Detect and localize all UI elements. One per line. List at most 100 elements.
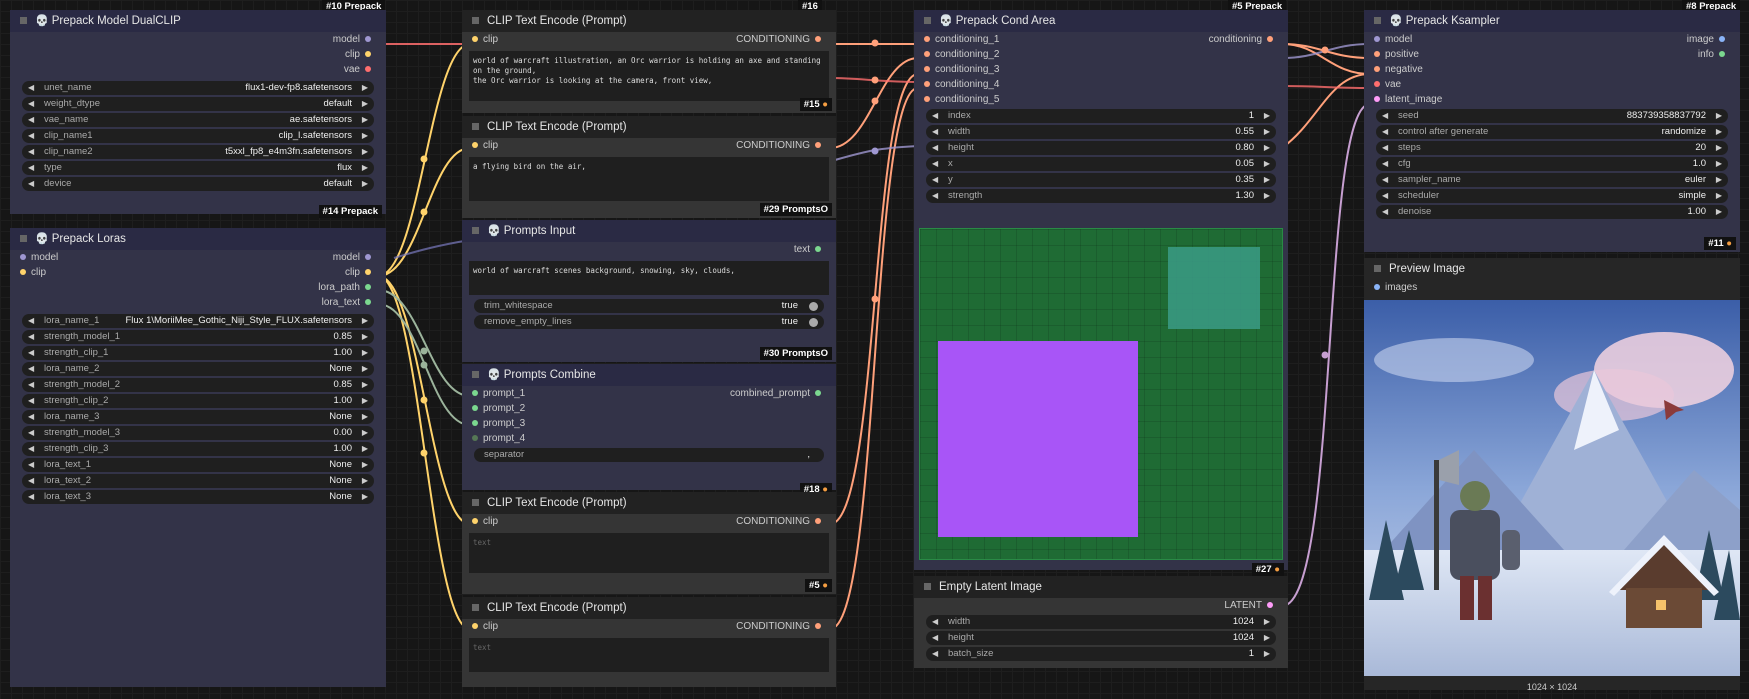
slot-row-latent-image[interactable]: latent_image xyxy=(1364,92,1740,107)
slot-dot-icon[interactable] xyxy=(924,66,930,73)
arrow-left-icon[interactable]: ◀ xyxy=(28,346,34,360)
slot-dot-icon[interactable] xyxy=(365,299,371,306)
arrow-left-icon[interactable]: ◀ xyxy=(1382,109,1388,123)
slot-dot-icon[interactable] xyxy=(365,51,371,58)
slot-row-model[interactable]: model model xyxy=(10,250,386,265)
widget-x[interactable]: ◀ x 0.05 ▶ xyxy=(926,157,1276,171)
arrow-left-icon[interactable]: ◀ xyxy=(28,145,34,159)
widget-type[interactable]: ◀ type flux ▶ xyxy=(22,161,374,175)
node-title-bar[interactable]: CLIP Text Encode (Prompt) xyxy=(462,10,836,32)
slot-row-model-image[interactable]: model image xyxy=(1364,32,1740,47)
arrow-right-icon[interactable]: ▶ xyxy=(1264,189,1270,203)
arrow-left-icon[interactable]: ◀ xyxy=(1382,205,1388,219)
arrow-right-icon[interactable]: ▶ xyxy=(362,129,368,143)
slot-row-prompt-1[interactable]: prompt_1 combined_prompt xyxy=(462,386,836,401)
slot-dot-icon[interactable] xyxy=(815,246,821,253)
arrow-left-icon[interactable]: ◀ xyxy=(932,125,938,139)
collapse-icon[interactable] xyxy=(20,17,27,25)
arrow-left-icon[interactable]: ◀ xyxy=(28,129,34,143)
output-slot-lora-path[interactable]: lora_path xyxy=(10,280,386,295)
slot-dot-icon[interactable] xyxy=(815,142,821,149)
arrow-right-icon[interactable]: ▶ xyxy=(362,314,368,328)
widget-strength-model-1[interactable]: ◀ strength_model_1 0.85 ▶ xyxy=(22,330,374,344)
node-title-bar[interactable]: Preview Image xyxy=(1364,258,1740,280)
collapse-icon[interactable] xyxy=(1374,17,1381,25)
arrow-right-icon[interactable]: ▶ xyxy=(362,490,368,504)
arrow-right-icon[interactable]: ▶ xyxy=(362,177,368,191)
widget-lora-text-3[interactable]: ◀ lora_text_3 None ▶ xyxy=(22,490,374,504)
arrow-right-icon[interactable]: ▶ xyxy=(362,97,368,111)
prompt-textarea[interactable]: world of warcraft scenes background, sno… xyxy=(469,261,829,295)
widget-lora-name-2[interactable]: ◀ lora_name_2 None ▶ xyxy=(22,362,374,376)
collapse-icon[interactable] xyxy=(472,123,479,131)
arrow-right-icon[interactable]: ▶ xyxy=(362,394,368,408)
slot-row-clip-conditioning[interactable]: clip CONDITIONING xyxy=(462,138,836,153)
arrow-right-icon[interactable]: ▶ xyxy=(1264,173,1270,187)
slot-dot-icon[interactable] xyxy=(924,81,930,88)
arrow-left-icon[interactable]: ◀ xyxy=(28,474,34,488)
slot-row-prompt-3[interactable]: prompt_3 xyxy=(462,416,836,431)
widget-sampler-name[interactable]: ◀ sampler_name euler ▶ xyxy=(1376,173,1728,187)
node-clip-text-encode-5[interactable]: CLIP Text Encode (Prompt) clip CONDITION… xyxy=(462,492,836,594)
prompt-textarea[interactable]: text xyxy=(469,638,829,672)
slot-dot-icon[interactable] xyxy=(472,435,478,442)
arrow-right-icon[interactable]: ▶ xyxy=(1264,631,1270,645)
arrow-left-icon[interactable]: ◀ xyxy=(1382,141,1388,155)
slot-dot-icon[interactable] xyxy=(924,51,930,58)
collapse-icon[interactable] xyxy=(1374,265,1381,273)
slot-row-negative[interactable]: negative xyxy=(1364,62,1740,77)
arrow-right-icon[interactable]: ▶ xyxy=(1264,615,1270,629)
collapse-icon[interactable] xyxy=(924,583,931,591)
preview-image[interactable] xyxy=(1364,300,1740,676)
prompt-textarea[interactable]: a flying bird on the air, xyxy=(469,157,829,201)
arrow-right-icon[interactable]: ▶ xyxy=(362,113,368,127)
arrow-right-icon[interactable]: ▶ xyxy=(362,410,368,424)
arrow-right-icon[interactable]: ▶ xyxy=(362,426,368,440)
arrow-left-icon[interactable]: ◀ xyxy=(1382,157,1388,171)
arrow-right-icon[interactable]: ▶ xyxy=(362,81,368,95)
arrow-left-icon[interactable]: ◀ xyxy=(28,394,34,408)
widget-lora-text-1[interactable]: ◀ lora_text_1 None ▶ xyxy=(22,458,374,472)
node-preview-image[interactable]: Preview Image images 1024 × 1024 xyxy=(1364,258,1740,692)
arrow-left-icon[interactable]: ◀ xyxy=(28,177,34,191)
prompt-textarea[interactable]: world of warcraft illustration, an Orc w… xyxy=(469,51,829,101)
arrow-right-icon[interactable]: ▶ xyxy=(362,161,368,175)
slot-dot-icon[interactable] xyxy=(924,96,930,103)
widget-y[interactable]: ◀ y 0.35 ▶ xyxy=(926,173,1276,187)
widget-strength-model-3[interactable]: ◀ strength_model_3 0.00 ▶ xyxy=(22,426,374,440)
node-clip-text-encode-bottom[interactable]: CLIP Text Encode (Prompt) clip CONDITION… xyxy=(462,597,836,687)
slot-dot-icon[interactable] xyxy=(1374,51,1380,58)
slot-dot-icon[interactable] xyxy=(472,623,478,630)
slot-dot-icon[interactable] xyxy=(815,518,821,525)
arrow-right-icon[interactable]: ▶ xyxy=(1716,157,1722,171)
arrow-left-icon[interactable]: ◀ xyxy=(28,458,34,472)
arrow-right-icon[interactable]: ▶ xyxy=(362,458,368,472)
slot-row-positive-info[interactable]: positive info xyxy=(1364,47,1740,62)
widget-clip-name2[interactable]: ◀ clip_name2 t5xxl_fp8_e4m3fn.safetensors ▶ xyxy=(22,145,374,159)
widget-unet-name[interactable]: ◀ unet_name flux1-dev-fp8.safetensors ▶ xyxy=(22,81,374,95)
slot-dot-icon[interactable] xyxy=(365,284,371,291)
slot-row-conditioning-5[interactable]: conditioning_5 xyxy=(914,92,1288,107)
collapse-icon[interactable] xyxy=(20,235,27,243)
arrow-right-icon[interactable]: ▶ xyxy=(362,145,368,159)
slot-dot-icon[interactable] xyxy=(1374,284,1380,291)
arrow-right-icon[interactable]: ▶ xyxy=(362,362,368,376)
arrow-left-icon[interactable]: ◀ xyxy=(932,157,938,171)
slot-dot-icon[interactable] xyxy=(815,623,821,630)
area-preview-canvas[interactable] xyxy=(919,228,1283,560)
arrow-right-icon[interactable]: ▶ xyxy=(1264,141,1270,155)
slot-dot-icon[interactable] xyxy=(472,390,478,397)
widget-height[interactable]: ◀ height 0.80 ▶ xyxy=(926,141,1276,155)
arrow-right-icon[interactable]: ▶ xyxy=(362,330,368,344)
arrow-left-icon[interactable]: ◀ xyxy=(932,109,938,123)
widget-device[interactable]: ◀ device default ▶ xyxy=(22,177,374,191)
widget-cfg[interactable]: ◀ cfg 1.0 ▶ xyxy=(1376,157,1728,171)
arrow-right-icon[interactable]: ▶ xyxy=(1716,109,1722,123)
slot-dot-icon[interactable] xyxy=(1374,36,1380,43)
arrow-left-icon[interactable]: ◀ xyxy=(932,189,938,203)
slot-row-clip-conditioning[interactable]: clip CONDITIONING xyxy=(462,619,836,634)
slot-row-conditioning-4[interactable]: conditioning_4 xyxy=(914,77,1288,92)
arrow-right-icon[interactable]: ▶ xyxy=(1264,109,1270,123)
widget-separator[interactable]: separator, xyxy=(474,448,824,462)
node-ksampler[interactable]: 💀 Prepack Ksampler model image positive i… xyxy=(1364,10,1740,252)
